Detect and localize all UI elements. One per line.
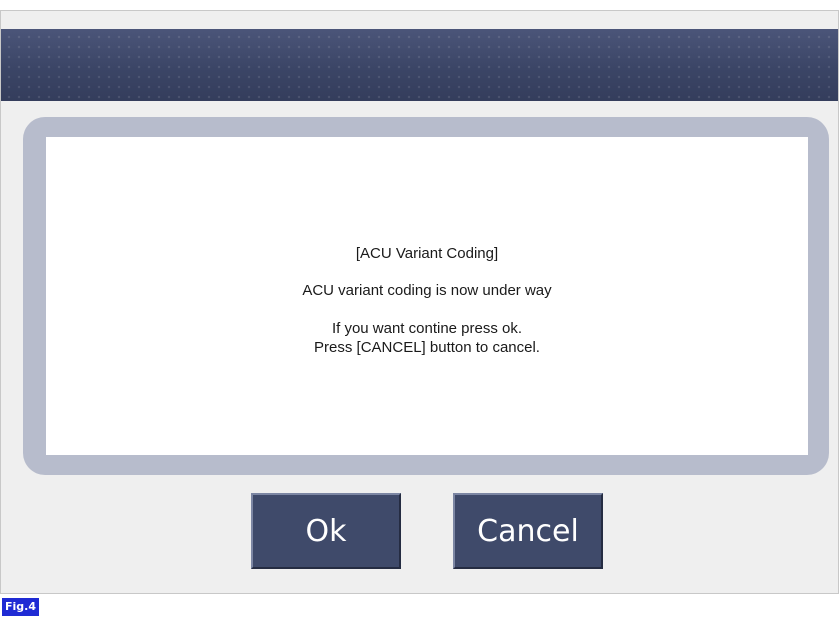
dialog-window: [ACU Variant Coding] ACU variant coding … xyxy=(0,10,839,594)
button-row: Ok Cancel xyxy=(1,491,838,575)
message-panel: [ACU Variant Coding] ACU variant coding … xyxy=(46,137,808,455)
message-instructions: If you want contine press ok. Press [CAN… xyxy=(314,319,540,357)
title-bar xyxy=(1,29,838,101)
figure-label: Fig.4 xyxy=(2,598,39,616)
message-panel-border: [ACU Variant Coding] ACU variant coding … xyxy=(23,117,829,475)
message-status: ACU variant coding is now under way xyxy=(302,282,552,299)
instruction-line-2: Press [CANCEL] button to cancel. xyxy=(314,339,540,356)
ok-button[interactable]: Ok xyxy=(251,493,401,569)
instruction-line-1: If you want contine press ok. xyxy=(331,320,523,337)
cancel-button[interactable]: Cancel xyxy=(453,493,603,569)
message-title: [ACU Variant Coding] xyxy=(355,245,499,262)
